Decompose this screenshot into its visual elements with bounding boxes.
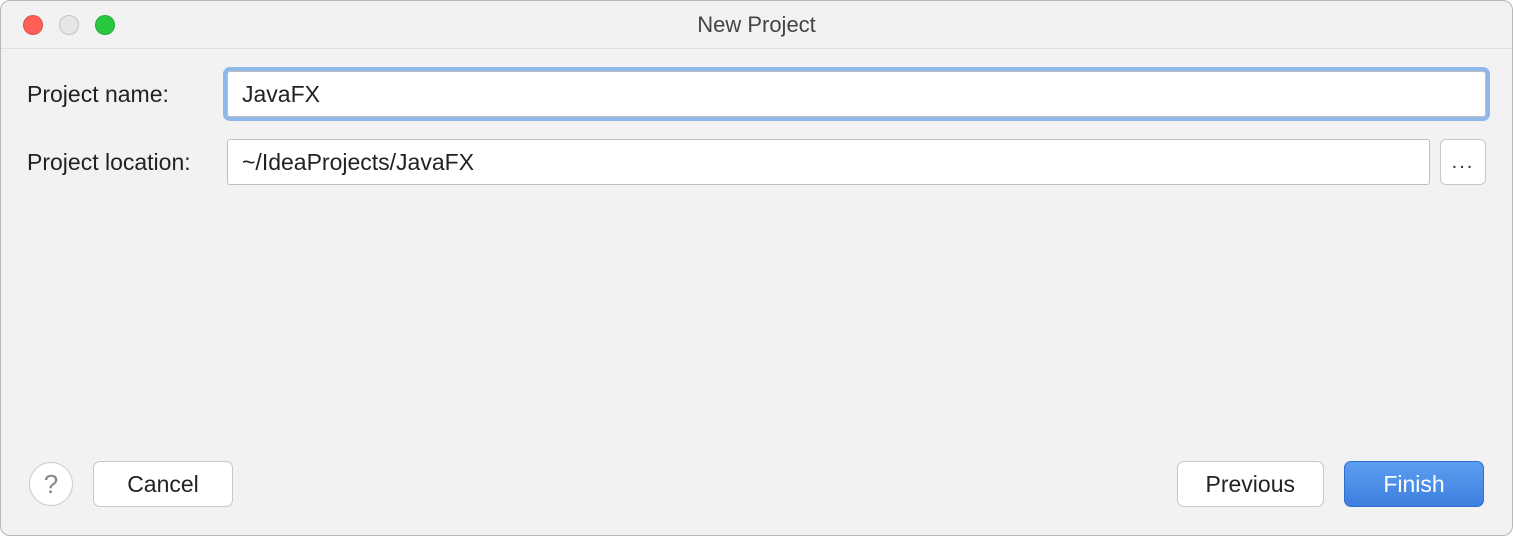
dialog-footer: ? Cancel Previous Finish — [1, 461, 1512, 535]
project-name-row: Project name: — [27, 71, 1486, 117]
project-location-input[interactable] — [227, 139, 1430, 185]
previous-button[interactable]: Previous — [1177, 461, 1324, 507]
project-location-row: Project location: ... — [27, 139, 1486, 185]
zoom-icon[interactable] — [95, 15, 115, 35]
dialog-window: New Project Project name: Project locati… — [0, 0, 1513, 536]
close-icon[interactable] — [23, 15, 43, 35]
finish-button[interactable]: Finish — [1344, 461, 1484, 507]
project-name-label: Project name: — [27, 81, 227, 108]
window-controls — [1, 15, 115, 35]
ellipsis-icon: ... — [1452, 151, 1475, 174]
project-name-input-wrap — [227, 71, 1486, 117]
project-location-input-wrap: ... — [227, 139, 1486, 185]
project-name-input[interactable] — [227, 71, 1486, 117]
help-icon: ? — [44, 469, 58, 500]
help-button[interactable]: ? — [29, 462, 73, 506]
project-location-label: Project location: — [27, 149, 227, 176]
titlebar: New Project — [1, 1, 1512, 49]
window-title: New Project — [1, 12, 1512, 38]
cancel-button[interactable]: Cancel — [93, 461, 233, 507]
minimize-icon[interactable] — [59, 15, 79, 35]
browse-button[interactable]: ... — [1440, 139, 1486, 185]
form-content: Project name: Project location: ... — [1, 49, 1512, 461]
